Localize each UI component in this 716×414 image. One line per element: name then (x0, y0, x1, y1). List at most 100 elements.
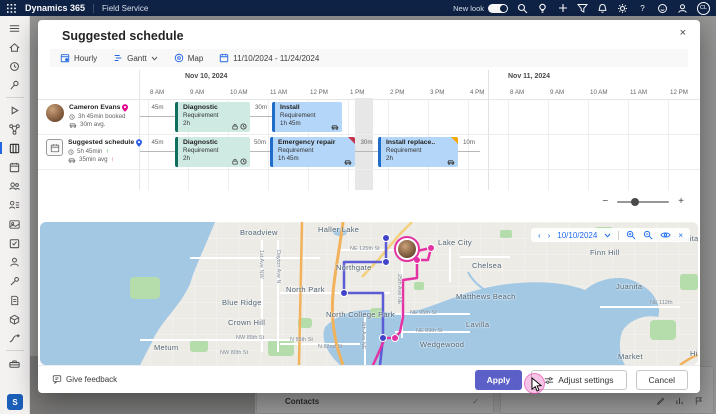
prev-day-button[interactable]: ‹ (538, 231, 541, 240)
map-street-label: Dayton Ave N (275, 250, 281, 284)
date-header: Nov 11, 2024 (508, 73, 550, 80)
apply-button[interactable]: Apply (475, 370, 523, 390)
travel-segment: 45m (140, 100, 175, 117)
map-canvas[interactable]: Broadview Haller Lake Lake City Finn Hil… (40, 222, 698, 365)
map-place-label: North Park (286, 285, 325, 294)
cards-icon[interactable] (4, 217, 26, 231)
trend-up-green: ↑ (105, 148, 108, 157)
resource-list-icon[interactable] (4, 198, 26, 212)
brand-label[interactable]: Dynamics 365 (25, 3, 85, 13)
zoom-slider[interactable] (617, 201, 669, 203)
app-name-label[interactable]: Field Service (102, 4, 148, 13)
zoom-in-icon[interactable] (626, 230, 636, 240)
suggested-schedule-dialog: Suggested schedule × Hourly Gantt Map 11… (38, 20, 700, 393)
gear-icon[interactable] (617, 3, 628, 14)
play-icon[interactable] (4, 103, 26, 117)
map-street-label: NE 95th St (410, 310, 437, 316)
technician-avatar-marker (395, 237, 419, 261)
zoom-slider-thumb[interactable] (631, 198, 639, 206)
account-avatar[interactable]: CL (697, 2, 710, 15)
map-view-button[interactable]: Map (174, 53, 204, 63)
divider (93, 4, 94, 13)
home-icon[interactable] (4, 40, 26, 54)
car-icon (331, 124, 339, 130)
booking-install[interactable]: Install Requirement 1h 45m (272, 102, 342, 132)
map-place-label: Lavilla (466, 320, 489, 329)
map-place-label: Hi (690, 349, 698, 358)
smiley-icon[interactable] (657, 3, 668, 14)
next-day-button[interactable]: › (548, 231, 551, 240)
process-icon[interactable] (4, 122, 26, 136)
gantt-view-button[interactable]: Gantt (113, 53, 158, 63)
help-icon[interactable]: ? (637, 3, 648, 14)
map-close-icon[interactable]: × (678, 231, 683, 240)
hourly-button[interactable]: Hourly (60, 53, 97, 63)
people-icon[interactable] (4, 179, 26, 193)
car-icon (447, 159, 455, 165)
divider (618, 231, 619, 240)
gantt-row-cameron: 45m Diagnostic Requirement 2h 30m Instal… (140, 100, 700, 135)
zoom-in-button[interactable]: + (678, 196, 684, 207)
give-feedback-button[interactable]: Give feedback (52, 374, 117, 384)
recent-icon[interactable] (4, 59, 26, 73)
map-place-label: Matthews Beach (456, 292, 516, 301)
resource-row-cameron[interactable]: Cameron Evans 3h 45min booked 30m avg. (38, 100, 139, 135)
booking-emergency-repair[interactable]: Emergency repair Requirement 1h 45m (270, 137, 355, 167)
bookings-icon[interactable] (4, 236, 26, 250)
travel-segment: 30m (355, 135, 378, 152)
zoom-out-icon[interactable] (643, 230, 653, 240)
map-place-label: Metum (154, 343, 178, 352)
booking-diagnostic[interactable]: Diagnostic Requirement 2h (175, 102, 250, 132)
map-place-label: Blue Ridge (222, 298, 262, 307)
nav-divider (6, 350, 24, 351)
location-pin-icon (122, 104, 128, 112)
visibility-eye-icon[interactable] (660, 231, 671, 239)
schedule-board-icon-selected[interactable] (4, 141, 26, 155)
map-street-label: NW 85th St (236, 335, 264, 341)
menu-icon[interactable] (4, 21, 26, 35)
lightbulb-icon[interactable] (537, 3, 548, 14)
toolbox-icon[interactable] (4, 356, 26, 370)
zoom-out-button[interactable]: − (602, 196, 608, 207)
dialog-footer: Give feedback Apply Adjust settings Canc… (38, 365, 700, 393)
search-icon[interactable] (517, 3, 528, 14)
car-icon (344, 159, 352, 165)
gantt-timeline[interactable]: Nov 10, 2024 Nov 11, 2024 8 AM 9 AM 10 A… (140, 70, 700, 190)
cube-icon[interactable] (4, 312, 26, 326)
map-street-label: NE 125th St (350, 246, 380, 252)
bell-icon[interactable] (597, 3, 608, 14)
person-icon[interactable] (677, 3, 688, 14)
suggested-schedule-icon (46, 139, 63, 156)
map-place-label: Market (618, 352, 643, 361)
map-date-picker[interactable]: 10/10/2024 (557, 231, 597, 240)
chevron-down-icon[interactable] (604, 233, 611, 238)
map-street-label: N 82nd St (318, 344, 342, 350)
app-tile-s[interactable]: S (7, 394, 23, 410)
cancel-button[interactable]: Cancel (636, 370, 688, 390)
map-street-label: NW 80th St (220, 350, 248, 356)
routing-icon[interactable] (4, 331, 26, 345)
alert-flag-red (348, 137, 355, 144)
document-icon[interactable] (4, 293, 26, 307)
person-icon[interactable] (4, 255, 26, 269)
map-street-label: NE 89th St (416, 328, 443, 334)
calendar-icon[interactable] (4, 160, 26, 174)
pinned-icon[interactable] (4, 78, 26, 92)
map-street-label: 1st Ave NW (258, 250, 264, 279)
close-icon[interactable]: × (680, 27, 686, 39)
date-range-picker[interactable]: 11/10/2024 - 11/24/2024 (219, 53, 319, 63)
new-look-label: New look (453, 4, 484, 13)
filter-icon[interactable] (577, 3, 588, 14)
adjust-settings-button[interactable]: Adjust settings (531, 370, 626, 390)
gantt-zoom-control: − + (602, 196, 684, 207)
new-look-toggle[interactable] (488, 4, 508, 13)
booking-diagnostic[interactable]: Diagnostic Requirement 2h (175, 137, 250, 167)
mouse-cursor (531, 377, 543, 393)
map-place-label: Juanita (616, 282, 642, 291)
add-icon[interactable] (557, 3, 568, 14)
wrench-icon[interactable] (4, 274, 26, 288)
resource-row-suggested[interactable]: Suggested schedule 5h 45min↑ 35min avg↑ (38, 135, 139, 170)
booking-install-replace[interactable]: Install replace.. Requirement 2h (378, 137, 458, 167)
top-bar: Dynamics 365 Field Service New look ? CL (0, 0, 716, 16)
waffle-icon[interactable] (6, 3, 17, 14)
